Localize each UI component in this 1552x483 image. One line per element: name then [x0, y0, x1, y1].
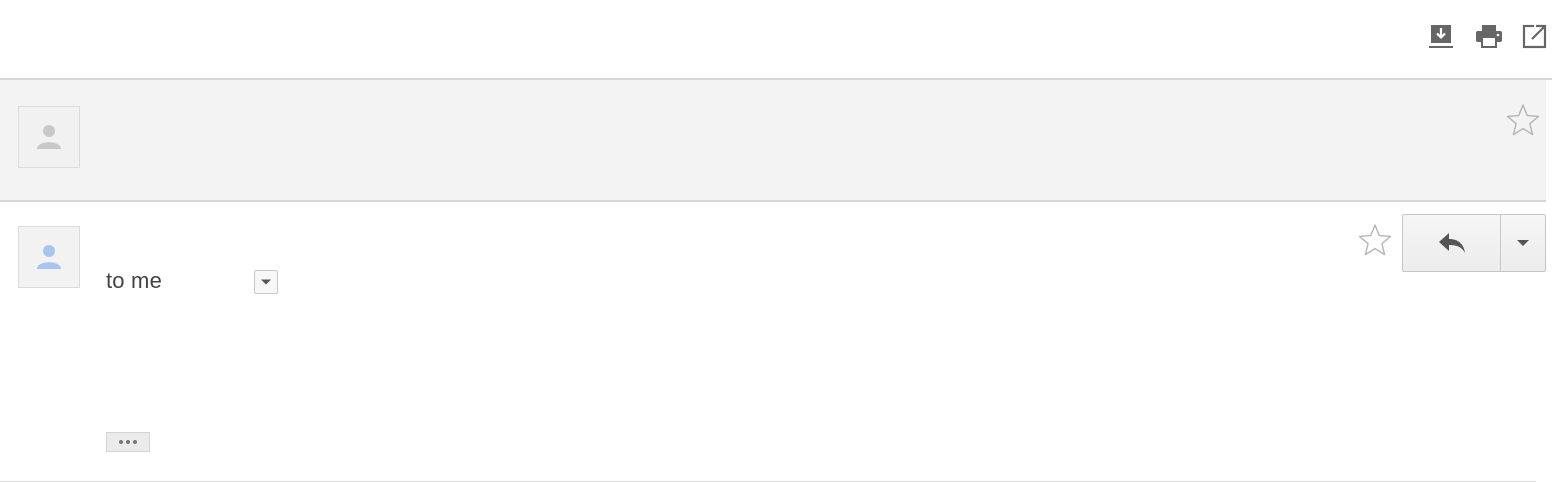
show-details-button[interactable] — [254, 270, 278, 294]
sender-avatar — [18, 106, 80, 168]
reply-button[interactable] — [1403, 215, 1501, 271]
message-divider — [0, 481, 1536, 482]
reply-button-group — [1402, 214, 1546, 272]
print-icon[interactable] — [1475, 22, 1503, 50]
download-icon[interactable] — [1427, 22, 1455, 50]
reply-icon — [1438, 233, 1465, 253]
collapsed-message[interactable] — [0, 80, 1546, 202]
sender-avatar — [18, 226, 80, 288]
thread-header — [0, 0, 1552, 80]
person-icon — [37, 245, 61, 269]
chevron-down-icon — [1517, 240, 1529, 246]
email-thread-view: to me — [0, 0, 1552, 483]
star-icon[interactable] — [1506, 103, 1540, 137]
show-trimmed-content-button[interactable] — [106, 432, 150, 452]
expanded-message: to me — [0, 202, 1552, 483]
person-icon — [37, 125, 61, 149]
ellipsis-icon — [119, 440, 137, 444]
star-icon[interactable] — [1358, 223, 1392, 257]
recipient-line: to me — [106, 268, 163, 293]
chevron-down-icon — [261, 279, 271, 285]
open-in-new-window-icon[interactable] — [1521, 22, 1549, 50]
more-actions-button[interactable] — [1501, 215, 1545, 271]
